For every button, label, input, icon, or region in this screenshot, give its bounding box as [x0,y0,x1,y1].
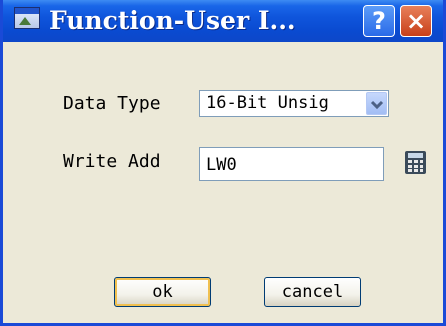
write-address-value: LW0 [206,155,237,175]
write-add-label: Write Add [63,151,161,172]
calculator-icon[interactable] [404,150,427,175]
close-button[interactable]: × [400,5,432,37]
data-type-select[interactable]: 16-Bit Unsig [199,90,389,117]
dialog-window: Function-User I... ? × Data Type 16-Bit … [0,0,446,326]
window-app-icon [14,7,40,29]
write-address-input[interactable]: LW0 [199,147,384,181]
cancel-button[interactable]: cancel [264,277,361,307]
dropdown-button[interactable] [366,92,387,115]
help-button[interactable]: ? [363,5,395,37]
window-title: Function-User I... [49,6,296,35]
data-type-label: Data Type [63,93,161,114]
title-bar[interactable]: Function-User I... ? × [3,0,443,42]
chevron-down-icon [370,100,384,110]
ok-button[interactable]: ok [114,277,211,307]
data-type-value: 16-Bit Unsig [206,93,329,113]
